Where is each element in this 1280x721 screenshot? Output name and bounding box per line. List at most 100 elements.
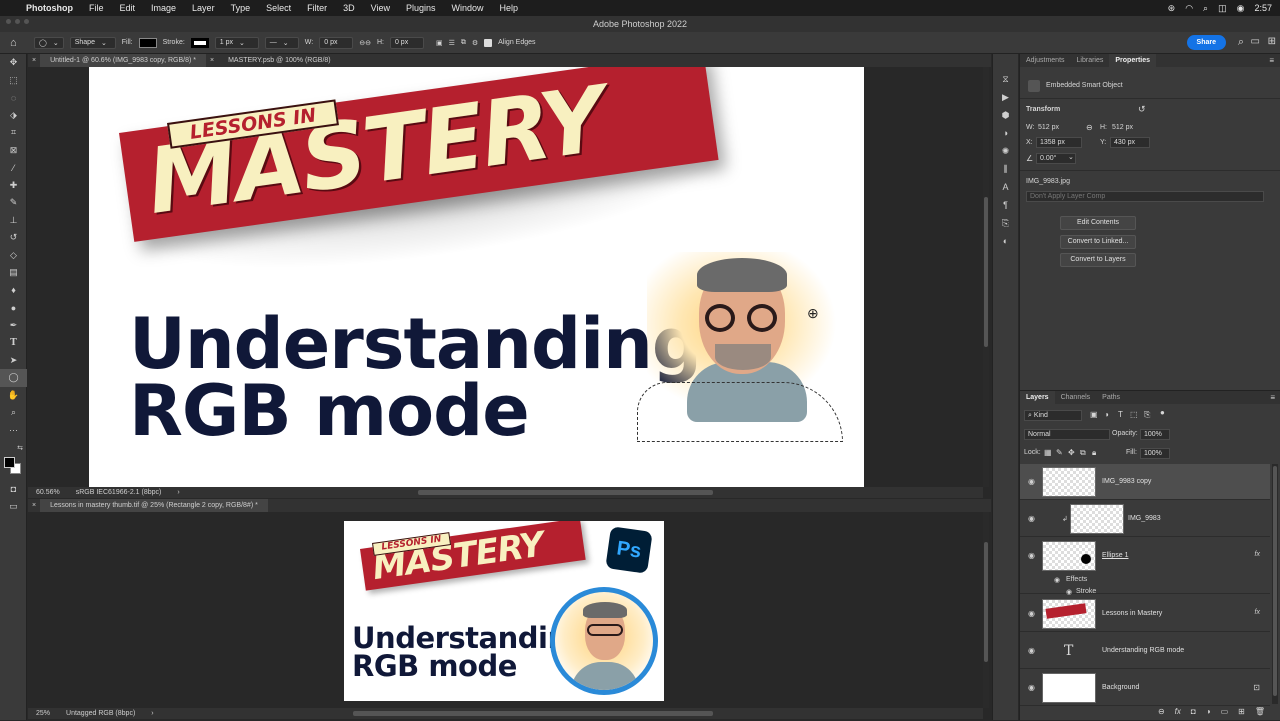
link-layers-icon[interactable]: ⊖ <box>1158 707 1165 721</box>
eyedropper-tool-icon[interactable]: ⁄ <box>0 159 27 177</box>
eye-icon[interactable]: ◉ <box>1028 551 1035 560</box>
link-dimensions-icon[interactable]: ⊖ <box>1086 123 1093 132</box>
scroll-thumb[interactable] <box>984 197 988 347</box>
brush-tool-icon[interactable]: ✎ <box>0 194 27 212</box>
convert-to-layers-button[interactable]: Convert to Layers <box>1060 253 1136 267</box>
menu-3d[interactable]: 3D <box>343 3 355 13</box>
eye-icon[interactable]: ◉ <box>1028 609 1035 618</box>
layer-row[interactable]: ◉ Lessons in Mastery fx <box>1020 596 1270 632</box>
layers-scrollbar[interactable] <box>1272 464 1278 704</box>
clone-stamp-tool-icon[interactable]: ⊥ <box>0 212 27 230</box>
crop-tool-icon[interactable]: ⌗ <box>0 124 27 142</box>
eye-icon[interactable]: ◉ <box>1028 683 1035 692</box>
hand-tool-icon[interactable]: ✋ <box>0 387 27 405</box>
h-value[interactable]: 512 px <box>1112 124 1133 131</box>
trash-icon[interactable]: 🗑︎ <box>1255 707 1265 721</box>
edit-contents-button[interactable]: Edit Contents <box>1060 216 1136 230</box>
doc1-h-scroll-thumb[interactable] <box>418 490 713 495</box>
history-brush-tool-icon[interactable]: ↺ <box>0 229 27 247</box>
lock-position-icon[interactable]: ✥ <box>1068 448 1075 457</box>
tab-layers[interactable]: Layers <box>1020 391 1055 404</box>
y-input[interactable]: 430 px <box>1110 137 1150 148</box>
add-mask-icon[interactable]: ◘ <box>1191 707 1196 721</box>
doc1-vertical-scrollbar[interactable] <box>983 67 989 487</box>
quick-mask-icon[interactable]: ◘ <box>0 481 27 499</box>
tab-lessons-thumb[interactable]: Lessons in mastery thumb.tif @ 25% (Rect… <box>40 499 268 512</box>
menu-filter[interactable]: Filter <box>307 3 327 13</box>
healing-brush-tool-icon[interactable]: ✚ <box>0 177 27 195</box>
layer-fx-badge[interactable]: fx <box>1255 609 1260 616</box>
tool-preset-picker[interactable]: ◯ ⌄ <box>34 36 64 49</box>
menu-layer[interactable]: Layer <box>192 3 215 13</box>
menu-file[interactable]: File <box>89 3 104 13</box>
paragraph-icon[interactable]: ¶ <box>993 196 1018 214</box>
doc1-zoom-level[interactable]: 60.56% <box>36 489 60 496</box>
share-button[interactable]: Share <box>1186 35 1226 50</box>
new-group-icon[interactable]: ▭ <box>1221 707 1229 721</box>
stroke-type-select[interactable]: — ⌄ <box>264 36 299 49</box>
layer-row[interactable]: ◉ IMG_9983 copy <box>1020 464 1270 500</box>
menu-plugins[interactable]: Plugins <box>406 3 436 13</box>
doc2-vertical-scrollbar[interactable] <box>983 512 989 708</box>
layer-name[interactable]: Lessons in Mastery <box>1102 610 1162 617</box>
lock-all-icon[interactable]: 🔒︎ <box>1092 448 1096 458</box>
creative-cloud-icon[interactable]: ⊛ <box>1168 3 1176 14</box>
foreground-color-swatch[interactable] <box>4 456 15 468</box>
path-arrangement-icon[interactable]: ⧉ <box>461 39 466 47</box>
layer-name[interactable]: IMG_9983 <box>1128 515 1161 522</box>
filter-pixel-icon[interactable]: ▣ <box>1090 410 1098 419</box>
layer-comp-select[interactable]: Don't Apply Layer Comp <box>1026 191 1264 202</box>
character-icon[interactable]: A <box>993 178 1018 196</box>
plugins-icon[interactable]: ⬢ <box>993 106 1018 124</box>
tab-paths[interactable]: Paths <box>1096 391 1126 404</box>
lock-artboard-icon[interactable]: ⧉ <box>1080 448 1086 458</box>
scroll-thumb[interactable] <box>1273 466 1277 696</box>
layer-name[interactable]: Background <box>1102 684 1139 691</box>
eye-icon[interactable]: ◉ <box>1066 588 1072 596</box>
layer-fx-badge[interactable]: fx <box>1255 551 1260 558</box>
ellipse-tool-icon[interactable]: ◯ <box>0 369 27 387</box>
new-layer-icon[interactable]: ⊞ <box>1238 707 1245 721</box>
doc1-color-profile[interactable]: sRGB IEC61966-2.1 (8bpc) <box>76 489 162 496</box>
filter-type-icon[interactable]: T <box>1118 410 1123 419</box>
layer-row[interactable]: ◉ Background ⊡ <box>1020 670 1270 706</box>
zoom-window-icon[interactable] <box>24 19 29 24</box>
history-icon[interactable]: ⧖ <box>993 70 1018 88</box>
link-icon[interactable]: ⊖⊖ <box>359 39 371 47</box>
filter-adjustment-icon[interactable]: ◑ <box>1104 410 1109 419</box>
home-icon[interactable]: ⌂ <box>10 37 28 49</box>
dodge-tool-icon[interactable]: ● <box>0 299 27 317</box>
chevron-down-icon[interactable]: ⌄ <box>1068 153 1074 161</box>
layer-row[interactable]: ◉ ↲ IMG_9983 <box>1020 501 1270 537</box>
height-input[interactable]: 0 px <box>389 36 424 49</box>
close-tab-icon[interactable]: × <box>206 57 218 64</box>
lasso-tool-icon[interactable]: ◌ <box>0 89 27 107</box>
opacity-input[interactable]: 100% <box>1140 429 1170 440</box>
w-value[interactable]: 512 px <box>1038 124 1059 131</box>
menu-select[interactable]: Select <box>266 3 291 13</box>
x-input[interactable]: 1358 px <box>1036 137 1082 148</box>
chevron-right-icon[interactable]: › <box>177 489 179 496</box>
fill-input[interactable]: 100% <box>1140 448 1170 459</box>
layer-name[interactable]: IMG_9983 copy <box>1102 478 1151 485</box>
actions-icon[interactable]: ▶ <box>993 88 1018 106</box>
glyphs-icon[interactable]: ⎘ <box>993 214 1018 232</box>
object-selection-tool-icon[interactable]: ⬗ <box>0 107 27 125</box>
lock-pixels-icon[interactable]: ✎ <box>1056 448 1063 457</box>
doc2-zoom-level[interactable]: 25% <box>36 710 50 717</box>
chevron-right-icon[interactable]: › <box>151 710 153 717</box>
control-center-icon[interactable]: ◫ <box>1218 3 1227 14</box>
tab-mastery-psb[interactable]: MASTERY.psb @ 100% (RGB/8) <box>218 54 341 67</box>
zoom-tool-icon[interactable]: ⌕ <box>0 404 27 422</box>
panel-menu-icon[interactable]: ≡ <box>1269 56 1274 65</box>
menu-image[interactable]: Image <box>151 3 176 13</box>
canvas-1[interactable]: MASTERY LESSONS IN Understanding RGB mod… <box>89 67 864 487</box>
menu-view[interactable]: View <box>371 3 390 13</box>
menu-help[interactable]: Help <box>500 3 519 13</box>
filter-shape-icon[interactable]: ⬚ <box>1130 410 1138 419</box>
close-window-icon[interactable] <box>6 19 11 24</box>
clock[interactable]: 2:57 <box>1254 3 1272 13</box>
search-icon[interactable]: ⌕ <box>1203 3 1208 14</box>
layer-name[interactable]: Ellipse 1 <box>1102 552 1128 559</box>
learn-icon[interactable]: ◑ <box>993 124 1018 142</box>
